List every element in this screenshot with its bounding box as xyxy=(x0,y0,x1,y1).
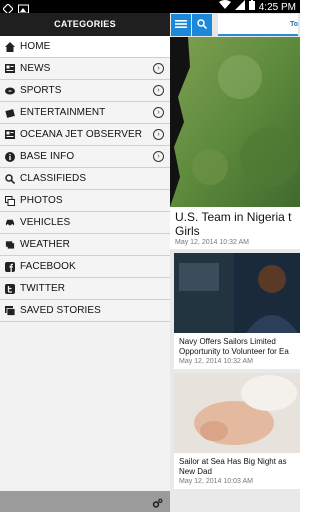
menu-item-label: PHOTOS xyxy=(20,195,63,206)
twitter-icon xyxy=(5,283,15,294)
menu-item-label: FACEBOOK xyxy=(20,261,76,272)
menu-item-home[interactable]: HOME xyxy=(0,36,170,58)
wifi-icon xyxy=(218,0,231,14)
menu-item-label: VEHICLES xyxy=(20,217,71,228)
story-card[interactable]: Navy Offers Sailors Limited Opportunity … xyxy=(174,253,300,369)
story-thumbnail xyxy=(174,253,300,333)
menu-item-oceana-jet-observer[interactable]: OCEANA JET OBSERVER › xyxy=(0,124,170,146)
menu-item-photos[interactable]: PHOTOS xyxy=(0,190,170,212)
menu-item-weather[interactable]: WEATHER xyxy=(0,234,170,256)
menu-item-news[interactable]: NEWS › xyxy=(0,58,170,80)
football-icon xyxy=(5,86,15,96)
drawer-header: CATEGORIES xyxy=(0,13,170,36)
menu-item-label: SAVED STORIES xyxy=(20,305,101,316)
menu-item-twitter[interactable]: TWITTER xyxy=(0,278,170,300)
hero-image[interactable] xyxy=(170,37,300,207)
menu-item-classifieds[interactable]: CLASSIFIEDS xyxy=(0,168,170,190)
hamburger-menu-icon xyxy=(175,16,187,34)
cloud-icon xyxy=(5,240,15,250)
ticket-icon xyxy=(5,108,15,118)
menu-item-entertainment[interactable]: ENTERTAINMENT › xyxy=(0,102,170,124)
newspaper-icon xyxy=(5,64,15,74)
facebook-icon xyxy=(5,261,15,272)
battery-icon xyxy=(248,0,255,14)
chevron-right-icon[interactable]: › xyxy=(153,85,164,96)
story-date: May 12, 2014 10:32 AM xyxy=(175,239,249,246)
status-time: 4:25 PM xyxy=(258,1,296,13)
card-title-line2: New Dad xyxy=(179,467,212,476)
status-bar: 4:25 PM xyxy=(0,0,300,15)
story-title-line2: Girls xyxy=(175,224,200,238)
story-card[interactable]: Sailor at Sea Has Big Night as New Dad M… xyxy=(174,373,300,489)
home-icon xyxy=(5,41,15,52)
card-title-line1: Navy Offers Sailors Limited xyxy=(179,337,276,346)
car-icon xyxy=(5,218,15,228)
menu-item-label: BASE INFO xyxy=(20,151,75,162)
menu-item-sports[interactable]: SPORTS › xyxy=(0,80,170,102)
chevron-right-icon[interactable]: › xyxy=(153,151,164,162)
menu-item-label: CLASSIFIEDS xyxy=(20,173,87,184)
signal-icon xyxy=(234,0,245,14)
newspaper-icon xyxy=(5,130,15,140)
search-icon xyxy=(197,16,208,34)
main-story[interactable]: U.S. Team in Nigeria t Girls May 12, 201… xyxy=(170,207,300,249)
story-title: U.S. Team in Nigeria t xyxy=(175,210,292,224)
search-button[interactable] xyxy=(192,14,212,36)
info-icon xyxy=(5,151,15,162)
app-logo: To xyxy=(218,14,298,36)
menu-item-label: TWITTER xyxy=(20,283,66,294)
logo-text: To xyxy=(290,20,299,28)
settings-gear-icon[interactable] xyxy=(152,496,163,508)
drawer-footer xyxy=(0,491,170,512)
menu-item-label: WEATHER xyxy=(20,239,70,250)
navigation-drawer: CATEGORIES HOME NEWS › SPORTS › ENTERTAI… xyxy=(0,13,170,512)
menu-item-label: SPORTS xyxy=(20,85,62,96)
search-icon xyxy=(5,173,15,184)
menu-item-label: ENTERTAINMENT xyxy=(20,107,106,118)
menu-item-label: HOME xyxy=(20,41,51,52)
chevron-right-icon[interactable]: › xyxy=(153,107,164,118)
card-date: May 12, 2014 10:03 AM xyxy=(179,478,253,485)
news-feed: To U.S. Team in Nigeria t Girls May 12, … xyxy=(170,13,300,512)
menu-item-label: NEWS xyxy=(20,63,51,74)
menu-item-vehicles[interactable]: VEHICLES xyxy=(0,212,170,234)
card-date: May 12, 2014 10:32 AM xyxy=(179,358,253,365)
chevron-right-icon[interactable]: › xyxy=(153,63,164,74)
card-title-line1: Sailor at Sea Has Big Night as xyxy=(179,457,287,466)
hamburger-menu-button[interactable] xyxy=(171,14,191,36)
chevron-right-icon[interactable]: › xyxy=(153,129,164,140)
card-title-line2: Opportunity to Volunteer for Ea xyxy=(179,347,289,356)
menu-item-saved-stories[interactable]: SAVED STORIES xyxy=(0,300,170,322)
menu-item-label: OCEANA JET OBSERVER xyxy=(20,129,143,140)
menu-item-facebook[interactable]: FACEBOOK xyxy=(0,256,170,278)
app-bar: To xyxy=(170,13,300,37)
menu-item-base-info[interactable]: BASE INFO › xyxy=(0,146,170,168)
saved-stories-icon xyxy=(5,305,15,316)
photos-icon xyxy=(5,195,15,206)
story-thumbnail xyxy=(174,373,300,453)
